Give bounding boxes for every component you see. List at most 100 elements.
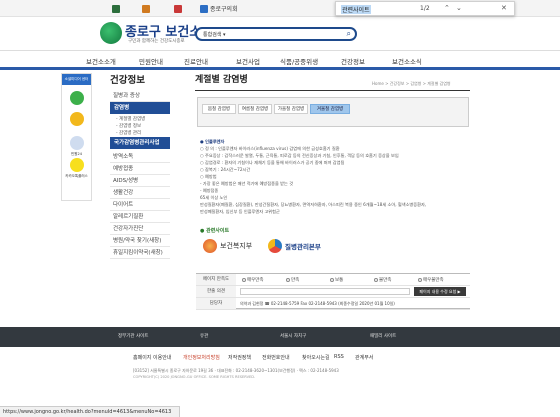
tab-season-2[interactable]: 가을철 감염병 — [274, 104, 308, 114]
footer-link[interactable]: 전화번호안내 — [262, 354, 290, 361]
page-title: 계절별 감염병 — [195, 75, 248, 85]
satisfaction-radio[interactable]: 불만족 — [374, 277, 391, 283]
top-link-icon — [174, 4, 182, 13]
top-link[interactable] — [112, 3, 122, 14]
related-site-kcdc[interactable]: 질병관리본부 — [268, 236, 330, 256]
footer-link[interactable]: 관계부서 — [355, 354, 373, 361]
find-count: 1/2 — [420, 5, 430, 12]
radio-label: 불만족 — [379, 278, 392, 283]
side-menu-item[interactable]: 국가감염병관리사업 — [110, 137, 170, 149]
quick-item-icon[interactable] — [70, 112, 84, 126]
satisfaction-radio[interactable]: 매우만족 — [242, 277, 264, 283]
satisfaction-label: 페이지 만족도 — [196, 274, 236, 285]
related-site-mohw[interactable]: 보건복지부 — [203, 236, 263, 256]
related-site-label: 보건복지부 — [220, 242, 253, 250]
related-sites-heading: ● 관련사이트 — [200, 228, 230, 234]
footer-site-select[interactable]: 패밀리 사이트 — [370, 333, 396, 339]
find-next-icon[interactable]: ⌄ — [456, 4, 462, 12]
radio-label: 만족 — [291, 278, 300, 283]
content-line: ○ 감염경로 : 환자의 기침이나 재채기 등을 통해 바이러스가 공기 중에 … — [200, 160, 345, 165]
footer-site-select[interactable]: 유관 — [200, 333, 208, 339]
side-menu-item[interactable]: 생활건강 — [110, 187, 170, 199]
radio-circle-icon[interactable] — [286, 278, 290, 282]
mohw-logo-icon — [203, 239, 217, 253]
footer-link[interactable]: 찾아오시는길 — [302, 354, 330, 361]
find-bar[interactable]: 관련사이트 1/2 ⌃ ⌄ ✕ — [335, 1, 515, 16]
nav-item-5[interactable]: 건강정보 — [341, 56, 365, 66]
radio-label: 보통 — [335, 278, 344, 283]
nav-item-4[interactable]: 식품/공중위생 — [280, 56, 318, 66]
side-menu-item[interactable]: 휴일지킴이약국(새창) — [110, 247, 170, 259]
content-line: ○ 주요증상 : 갑작스러운 발열, 두통, 근육통, 피로감 등의 전신증상과… — [200, 153, 399, 158]
content-line: - 가장 좋은 예방법은 매년 적기에 예방접종을 받는 것 — [200, 181, 294, 186]
footer-link[interactable]: RSS — [334, 354, 344, 360]
side-menu-item[interactable]: 병원/약국 찾기(새창) — [110, 235, 170, 247]
radio-circle-icon[interactable] — [330, 278, 334, 282]
radio-circle-icon[interactable] — [242, 278, 246, 282]
side-menu-item[interactable]: - 감염병 정보 — [110, 123, 170, 129]
top-link[interactable] — [142, 3, 152, 14]
logo-subtitle: 구민과 함께하는 건강도시종로 — [128, 39, 185, 44]
nav-item-0[interactable]: 보건소소개 — [86, 56, 116, 66]
side-menu-item[interactable]: 알레르기질환 — [110, 211, 170, 223]
manager-label: 담당자 — [196, 298, 236, 309]
logo-icon[interactable] — [100, 22, 122, 44]
footer-link[interactable]: 개인정보처리방침 — [183, 354, 220, 361]
title-divider — [195, 90, 470, 91]
radio-circle-icon[interactable] — [374, 278, 378, 282]
side-menu-item[interactable]: AIDS/성병 — [110, 175, 170, 187]
find-close-icon[interactable]: ✕ — [501, 4, 507, 12]
tab-season-1[interactable]: 여름철 감염병 — [238, 104, 272, 114]
side-menu-item[interactable]: 예방접종 — [110, 163, 170, 175]
footer-site-select[interactable]: 서울시 자치구 — [280, 333, 306, 339]
manager-row: 담당자 의약과 김현정 ☎ 02-2148-5759 Fax 02-2148-5… — [196, 298, 470, 310]
side-menu-item[interactable]: 다이어트 — [110, 199, 170, 211]
top-link-icon — [112, 4, 120, 13]
nav-item-2[interactable]: 진료안내 — [184, 56, 208, 66]
quick-menu: 소셜미디어 센터 민원24 카카오톡플러스 — [61, 73, 92, 201]
top-link[interactable] — [174, 3, 184, 14]
footer-site-select[interactable]: 정부기관 사이트 — [118, 333, 148, 339]
content-line: 65세 이상 노인 — [200, 195, 228, 200]
radio-circle-icon[interactable] — [418, 278, 422, 282]
nav-item-1[interactable]: 민원안내 — [139, 56, 163, 66]
comment-input[interactable] — [240, 288, 410, 295]
comment-label: 한줄 의견 — [196, 286, 236, 297]
search-icon[interactable]: ⌕ — [347, 29, 351, 39]
satisfaction-radio[interactable]: 만족 — [286, 277, 299, 283]
tab-season-0[interactable]: 봄철 감염병 — [202, 104, 236, 114]
top-link[interactable]: 종로구의회 — [200, 3, 238, 14]
nav-item-6[interactable]: 보건소소식 — [392, 56, 422, 66]
side-menu-item[interactable]: 방역소독 — [110, 151, 170, 163]
content-line: ○ 정 의 : 인플루엔자 바이러스(influenza virus) 감염에 … — [200, 146, 340, 151]
find-query[interactable]: 관련사이트 — [341, 5, 371, 14]
quick-item-icon[interactable] — [70, 136, 84, 150]
footer-link[interactable]: 홈페이지 이용안내 — [133, 354, 171, 361]
manager-info: 의약과 김현정 ☎ 02-2148-5759 Fax 02-2148-5943 … — [240, 301, 395, 306]
footer-link[interactable]: 저작권정책 — [228, 354, 251, 361]
nav-item-3[interactable]: 보건사업 — [236, 56, 260, 66]
top-link-icon — [200, 4, 208, 13]
side-menu-item[interactable]: - 계절별 감염병 — [110, 116, 170, 122]
comment-row: 한줄 의견 페이지 내용 수정 요청 ▶ — [196, 286, 470, 298]
side-menu-item[interactable]: - 감염병 관리 — [110, 130, 170, 136]
search-box[interactable]: 통합검색 ▾ ⌕ — [195, 27, 357, 41]
kcdc-logo-icon — [268, 239, 282, 253]
side-menu-title: 건강정보 — [110, 75, 145, 86]
tab-season-3[interactable]: 겨울철 감염병 — [310, 104, 350, 114]
quick-item-icon[interactable] — [70, 158, 84, 172]
footer-site-band: 정부기관 사이트 유관 서울시 자치구 패밀리 사이트 — [0, 327, 560, 347]
radio-label: 매우만족 — [247, 278, 264, 283]
search-scope-select[interactable]: 통합검색 ▾ — [203, 31, 226, 38]
content-line: - 예방접종 — [200, 188, 219, 193]
side-menu-item[interactable]: 건강자가진단 — [110, 223, 170, 235]
find-prev-icon[interactable]: ⌃ — [444, 4, 450, 12]
side-menu-item[interactable]: 감염병 — [110, 102, 170, 114]
quick-item-icon[interactable] — [70, 91, 84, 105]
content-line: ● 인플루엔자 — [200, 139, 225, 144]
side-menu-item[interactable]: 질병과 증상 — [110, 90, 170, 102]
satisfaction-radio[interactable]: 매우불만족 — [418, 277, 444, 283]
satisfaction-radio[interactable]: 보통 — [330, 277, 343, 283]
quick-item-label: 민원24 — [71, 152, 82, 156]
submit-request-button[interactable]: 페이지 내용 수정 요청 ▶ — [414, 287, 466, 296]
